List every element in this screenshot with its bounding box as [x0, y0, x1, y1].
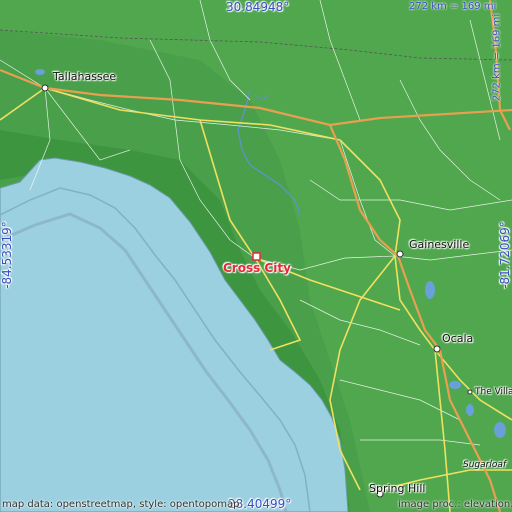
- image-credit: image proc.: elevation.city: [398, 499, 512, 510]
- city-label-spring-hill: Spring Hill: [369, 482, 426, 495]
- tallahassee-marker: [41, 84, 49, 92]
- lake: [449, 381, 461, 389]
- location-label-cross-city: Cross City: [223, 261, 291, 275]
- gainesville-marker: [396, 250, 404, 258]
- lake: [466, 404, 474, 416]
- lake: [494, 422, 506, 438]
- city-label-ocala: Ocala: [442, 332, 474, 345]
- city-label-sugarloaf: Sugarloaf: [463, 460, 507, 470]
- lake: [35, 69, 45, 75]
- longitude-left-label: -84.53319°: [0, 221, 14, 289]
- map-credit: map data: openstreetmap, style: opentopo…: [2, 499, 240, 510]
- scale-horizontal: 272 km = 169 mi: [409, 1, 497, 12]
- lake: [425, 281, 435, 299]
- the-villages-marker: [467, 389, 473, 395]
- city-label-tallahassee: Tallahassee: [53, 70, 117, 83]
- city-label-gainesville: Gainesville: [409, 238, 470, 251]
- topographic-map: Tallahassee Gainesville Ocala The Villag…: [0, 0, 512, 512]
- ocala-marker: [433, 345, 441, 353]
- city-label-the-villages: The Villages: [475, 387, 512, 397]
- scale-vertical: 272 km = 169 mi: [491, 13, 503, 102]
- longitude-right-label: -81.72069°: [498, 221, 512, 289]
- cross-city-marker: [252, 252, 261, 261]
- latitude-top-label: 30.84948°: [226, 0, 290, 14]
